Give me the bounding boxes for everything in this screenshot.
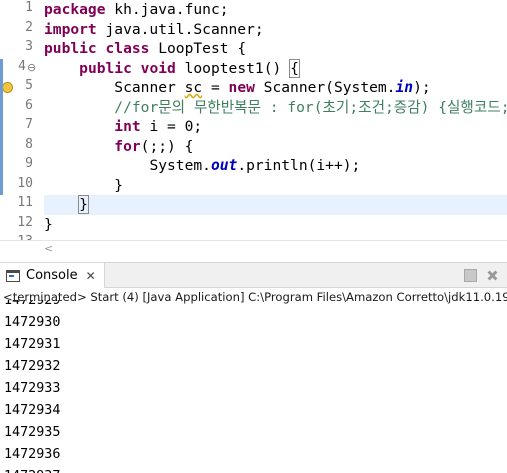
static-field: in (395, 79, 414, 96)
code-comment: //for문의 무한반복문 : for(초기;조건;증감) {실행코드;} (114, 98, 507, 116)
horizontal-scrollbar[interactable]: < (0, 240, 507, 258)
line-number: 3 (25, 39, 33, 54)
code-line-4[interactable]: public void looptest1() { (44, 58, 507, 79)
terminate-button[interactable] (464, 269, 477, 282)
output-line: 1472937 (4, 466, 60, 473)
line-number: 9 (25, 156, 33, 171)
text-cursor (87, 196, 89, 212)
change-marker (0, 58, 3, 78)
line-number: 1 (25, 0, 33, 15)
change-marker (0, 156, 3, 176)
output-line: 1472931 (4, 337, 61, 352)
close-icon[interactable]: ✕ (86, 269, 96, 283)
console-view[interactable]: Console ✕ <terminated> Start (4) [Java A… (0, 262, 507, 473)
keyword: void (140, 59, 176, 77)
tab-console[interactable]: Console ✕ (0, 263, 105, 288)
code-text: Scanner (114, 79, 185, 96)
code-text: kh.java.func; (105, 1, 229, 18)
line-number: 11 (17, 195, 33, 210)
code-text: System. (149, 157, 211, 174)
scroll-left-icon[interactable]: < (44, 242, 53, 255)
code-line-6[interactable]: //for문의 무한반복문 : for(초기;조건;증감) {실행코드;} (44, 98, 507, 118)
console-output[interactable]: 1472929 1472930 1472931 1472932 1472933 … (0, 300, 507, 473)
keyword: public (79, 59, 132, 77)
output-line: 1472936 (4, 447, 61, 462)
code-text: ); (413, 79, 431, 96)
remove-launch-button[interactable] (486, 269, 499, 282)
keyword: for (114, 137, 141, 155)
code-text: Scanner(System. (254, 79, 396, 96)
keyword: int (114, 118, 141, 135)
output-line: 1472930 (4, 315, 61, 330)
code-text: looptest1() (175, 59, 291, 77)
keyword: import (44, 20, 97, 38)
code-line-7[interactable]: int i = 0; (44, 117, 507, 137)
matching-bracket: } (78, 195, 89, 214)
line-number: 5 (25, 78, 33, 93)
line-number: 4 (18, 58, 26, 74)
code-line-8[interactable]: for(;;) { (44, 137, 507, 157)
code-line-1[interactable]: package kh.java.func; (44, 0, 507, 20)
code-line-9[interactable]: System.out.println(i++); (44, 156, 507, 176)
code-text: LoopTest { (149, 40, 247, 57)
code-line-10[interactable]: } (44, 176, 507, 196)
code-text: java.util.Scanner; (96, 20, 264, 38)
static-field: out (210, 157, 238, 174)
keyword: package (44, 1, 106, 18)
line-number: 12 (17, 214, 33, 230)
code-text: i = 0; (140, 118, 203, 135)
keyword: class (105, 40, 150, 57)
matching-bracket: { (289, 58, 300, 78)
output-line: 1472929 (4, 300, 61, 308)
unused-variable-warning[interactable]: sc (185, 79, 203, 96)
console-toolbar: Console ✕ (0, 262, 507, 288)
line-number: 2 (25, 19, 33, 35)
line-number-gutter: 1 2 3 4 ⊖ 5 6 7 8 9 10 11 1213 (0, 0, 40, 249)
change-marker (0, 117, 3, 137)
line-number: 8 (25, 136, 33, 152)
code-text: } (114, 176, 124, 194)
code-line-11[interactable]: } (44, 195, 507, 215)
change-marker (0, 136, 3, 156)
console-icon (6, 269, 20, 282)
code-editor[interactable]: 1 2 3 4 ⊖ 5 6 7 8 9 10 11 1213 package k… (0, 0, 507, 258)
code-text: (;;) { (140, 137, 194, 155)
change-marker (0, 78, 3, 98)
code-line-2[interactable]: import java.util.Scanner; (44, 20, 507, 40)
code-line-3[interactable]: public class LoopTest { (44, 39, 507, 59)
output-line: 1472933 (4, 381, 61, 396)
output-line: 1472934 (4, 403, 61, 418)
console-tab-label: Console (26, 268, 78, 283)
change-marker (0, 175, 3, 195)
code-line-12[interactable]: } (44, 215, 507, 235)
keyword: public (44, 40, 97, 57)
keyword: new (228, 79, 255, 96)
code-area[interactable]: package kh.java.func; import java.util.S… (44, 0, 507, 240)
code-text: = (202, 79, 229, 96)
change-marker (0, 97, 3, 117)
output-line: 1472935 (4, 425, 61, 440)
output-line: 1472932 (4, 359, 61, 374)
fold-collapse-icon[interactable]: ⊖ (27, 61, 36, 74)
line-number: 10 (17, 175, 33, 191)
line-number: 7 (25, 117, 33, 132)
line-number: 6 (25, 97, 33, 113)
code-text: .println(i++); (237, 157, 361, 174)
code-line-5[interactable]: Scanner sc = new Scanner(System.in); (44, 78, 507, 98)
